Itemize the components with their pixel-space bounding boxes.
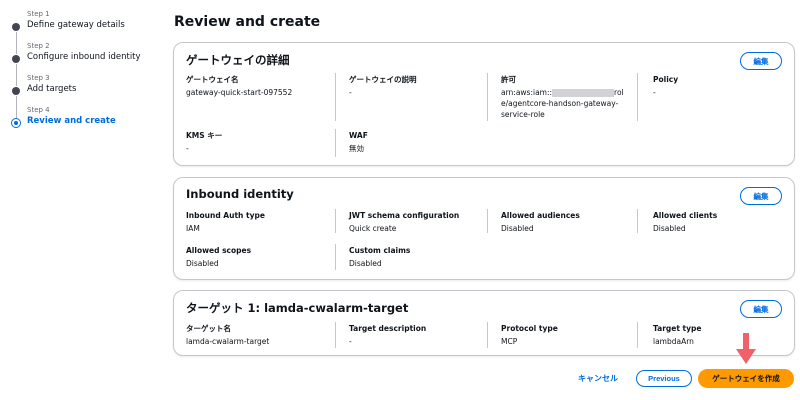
field-label: Target description	[349, 324, 427, 333]
field-label: Protocol type	[501, 324, 558, 333]
field-value: Disabled	[501, 224, 534, 233]
field-value: Disabled	[349, 259, 382, 268]
field-value: Disabled	[186, 259, 219, 268]
allowed-clients-field: Allowed clients Disabled	[653, 211, 793, 234]
step-dot-icon	[12, 87, 20, 95]
field-label: ターゲット名	[186, 324, 231, 333]
column-divider	[637, 322, 638, 348]
column-divider	[487, 322, 488, 348]
gateway-description-field: ゲートウェイの説明 -	[349, 75, 489, 98]
step-number: Step 2	[27, 42, 50, 50]
column-divider	[335, 209, 336, 233]
field-value: 無効	[349, 144, 364, 153]
edit-target-button[interactable]: 編集	[740, 300, 782, 318]
field-label: ゲートウェイの説明	[349, 75, 417, 84]
edit-gateway-details-button[interactable]: 編集	[740, 52, 782, 70]
arrow-down-icon	[736, 333, 756, 364]
column-divider	[335, 129, 336, 157]
field-value: -	[349, 337, 352, 346]
create-gateway-button[interactable]: ゲートウェイを作成	[698, 369, 794, 388]
step-number: Step 1	[27, 10, 50, 18]
field-label: Target type	[653, 324, 702, 333]
card-title: Inbound identity	[186, 187, 294, 201]
card-title: ゲートウェイの詳細	[186, 53, 290, 67]
field-label: Inbound Auth type	[186, 211, 265, 220]
previous-button[interactable]: Previous	[636, 370, 692, 387]
cancel-button[interactable]: キャンセル	[578, 373, 618, 384]
inbound-auth-type-field: Inbound Auth type IAM	[186, 211, 326, 234]
target-card: ターゲット 1: lamda-cwalarm-target 編集 ターゲット名 …	[173, 290, 795, 356]
field-value: lamda-cwalarm-target	[186, 337, 270, 346]
field-value: lambdaArn	[653, 337, 694, 346]
column-divider	[335, 244, 336, 270]
field-value: -	[653, 88, 656, 97]
field-label: KMS キー	[186, 131, 223, 140]
field-label: Allowed audiences	[501, 211, 580, 220]
waf-field: WAF 無効	[349, 131, 489, 154]
column-divider	[335, 322, 336, 348]
step-current-dot-icon	[11, 118, 21, 128]
column-divider	[335, 73, 336, 121]
field-value: gateway-quick-start-097552	[186, 88, 293, 97]
allowed-audiences-field: Allowed audiences Disabled	[501, 211, 641, 234]
step-4: Step 4 Review and create	[10, 106, 160, 138]
gateway-name-field: ゲートウェイ名 gateway-quick-start-097552	[186, 75, 326, 98]
step-title: Review and create	[27, 116, 116, 126]
gateway-details-card: ゲートウェイの詳細 編集 ゲートウェイ名 gateway-quick-start…	[173, 42, 795, 166]
field-label: Custom claims	[349, 246, 411, 255]
target-description-field: Target description -	[349, 324, 489, 347]
step-title[interactable]: Define gateway details	[27, 19, 160, 31]
jwt-schema-field: JWT schema configuration Quick create	[349, 211, 489, 234]
redacted-account-id	[552, 89, 615, 97]
edit-inbound-identity-button[interactable]: 編集	[740, 187, 782, 205]
card-title: ターゲット 1: lamda-cwalarm-target	[186, 301, 409, 315]
permission-field: 許可 arn:aws:iam:: rol e/agentcore-handson-…	[501, 75, 625, 120]
column-divider	[637, 73, 638, 121]
field-label: 許可	[501, 75, 516, 84]
step-number: Step 4	[27, 106, 50, 114]
field-label: JWT schema configuration	[349, 211, 460, 220]
field-label: Policy	[653, 75, 679, 84]
field-value: -	[349, 88, 352, 97]
column-divider	[487, 73, 488, 121]
target-type-field: Target type lambdaArn	[653, 324, 793, 347]
column-divider	[487, 209, 488, 233]
field-value: Quick create	[349, 224, 397, 233]
policy-field: Policy -	[653, 75, 793, 98]
step-title[interactable]: Configure inbound identity	[27, 51, 160, 63]
step-dot-icon	[12, 55, 20, 63]
role-arn-suffix: rol	[614, 88, 624, 97]
step-number: Step 3	[27, 74, 50, 82]
field-label: ゲートウェイ名	[186, 75, 239, 84]
step-dot-icon	[12, 23, 20, 31]
field-value: MCP	[501, 337, 518, 346]
target-name-field: ターゲット名 lamda-cwalarm-target	[186, 324, 326, 347]
field-value: Disabled	[653, 224, 686, 233]
page-title: Review and create	[174, 14, 321, 30]
step-1[interactable]: Step 1 Define gateway details	[10, 10, 160, 54]
field-label: WAF	[349, 131, 368, 140]
step-3[interactable]: Step 3 Add targets	[10, 74, 160, 118]
allowed-scopes-field: Allowed scopes Disabled	[186, 246, 326, 269]
step-title[interactable]: Add targets	[27, 83, 160, 95]
field-value: -	[186, 144, 189, 153]
kms-key-field: KMS キー -	[186, 131, 326, 154]
column-divider	[637, 209, 638, 233]
field-value: arn:aws:iam:: rol e/agentcore-handson-gat…	[501, 87, 625, 120]
inbound-identity-card: Inbound identity 編集 Inbound Auth type IA…	[173, 177, 795, 280]
custom-claims-field: Custom claims Disabled	[349, 246, 489, 269]
field-label: Allowed scopes	[186, 246, 252, 255]
wizard-steps: Step 1 Define gateway details Step 2 Con…	[10, 10, 160, 138]
field-label: Allowed clients	[653, 211, 718, 220]
protocol-type-field: Protocol type MCP	[501, 324, 641, 347]
step-2[interactable]: Step 2 Configure inbound identity	[10, 42, 160, 86]
field-value: IAM	[186, 224, 200, 233]
role-arn-rest: e/agentcore-handson-gateway-service-role	[501, 99, 619, 119]
role-arn-prefix: arn:aws:iam::	[501, 88, 553, 97]
